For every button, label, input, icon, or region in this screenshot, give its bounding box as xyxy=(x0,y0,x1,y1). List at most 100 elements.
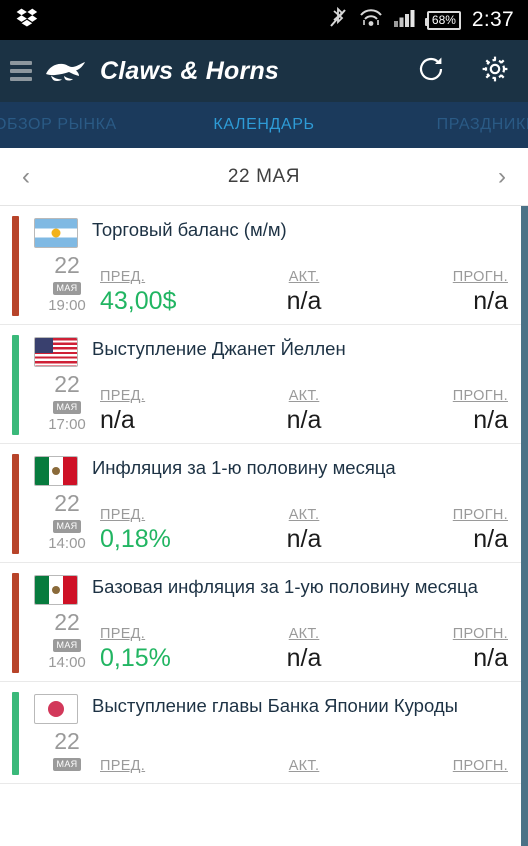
forecast-value: n/a xyxy=(473,287,508,315)
actual-value: n/a xyxy=(286,287,322,315)
event-row[interactable]: Инфляция за 1-ю половину месяца 22 МАЯ 14:0… xyxy=(0,444,528,563)
flag-detail xyxy=(51,228,61,238)
event-row[interactable]: Базовая инфляция за 1-ую половину месяца… xyxy=(0,563,528,682)
actual-column: АКТ. n/a xyxy=(236,388,372,435)
event-day: 22 xyxy=(54,371,80,397)
hamburger-menu-icon[interactable] xyxy=(10,61,32,81)
event-title: Торговый баланс (м/м) xyxy=(92,219,287,240)
hamburger-line xyxy=(10,69,32,73)
previous-label: ПРЕД. xyxy=(100,269,146,285)
forecast-label: ПРОГН. xyxy=(452,758,508,774)
flag-detail xyxy=(35,338,53,354)
date-navigation: ‹ 22 МАЯ › xyxy=(0,148,528,206)
actual-column: АКТ. n/a xyxy=(236,626,372,673)
event-title: Выступление Джанет Йеллен xyxy=(92,338,346,359)
tab-calendar[interactable]: КАЛЕНДАРЬ xyxy=(213,116,314,134)
forecast-label: ПРОГН. xyxy=(452,626,508,642)
previous-value: 0,18% xyxy=(100,525,171,553)
event-month: МАЯ xyxy=(52,401,82,414)
event-date-block: 22 МАЯ 14:00 xyxy=(34,609,100,673)
clock: 2:37 xyxy=(471,8,514,31)
previous-column: ПРЕД. xyxy=(100,758,236,775)
event-date-block: 22 МАЯ 19:00 xyxy=(34,252,100,316)
forecast-column: ПРОГН. n/a xyxy=(372,507,508,554)
previous-value: 0,15% xyxy=(100,644,171,672)
value-columns: ПРЕД. n/a АКТ. n/a ПРОГН. n/a xyxy=(100,388,508,435)
app-title: Claws & Horns xyxy=(100,56,280,85)
hamburger-line xyxy=(10,61,32,65)
event-time: 19:00 xyxy=(48,297,86,314)
usa-flag-icon xyxy=(34,337,78,367)
event-list[interactable]: Торговый баланс (м/м) 22 МАЯ 19:00 ПРЕД. 43,0… xyxy=(0,206,528,843)
mexico-flag-icon xyxy=(34,456,78,486)
event-date-block: 22 МАЯ xyxy=(34,728,100,775)
event-month: МАЯ xyxy=(52,758,82,771)
chevron-right-icon[interactable]: › xyxy=(498,164,506,189)
value-columns: ПРЕД. АКТ. ПРОГН. xyxy=(100,758,508,775)
forecast-column: ПРОГН. n/a xyxy=(372,626,508,673)
importance-indicator xyxy=(12,454,19,554)
bull-bear-logo-icon xyxy=(42,56,90,86)
mexico-flag-icon xyxy=(34,575,78,605)
event-header: Выступление Джанет Йеллен xyxy=(12,335,508,367)
event-values: 22 МАЯ 14:00 ПРЕД. 0,18% АКТ. n/a ПРОГН. n/a xyxy=(12,490,508,554)
tab-holidays[interactable]: ПРАЗДНИКИ xyxy=(437,116,528,134)
flag-detail xyxy=(52,467,60,475)
status-bar-left xyxy=(16,8,38,33)
actual-label: АКТ. xyxy=(288,626,320,642)
actual-column: АКТ. n/a xyxy=(236,507,372,554)
importance-indicator xyxy=(12,216,19,316)
forecast-label: ПРОГН. xyxy=(452,507,508,523)
refresh-icon[interactable] xyxy=(414,52,448,91)
japan-flag-icon xyxy=(34,694,78,724)
value-columns: ПРЕД. 43,00$ АКТ. n/a ПРОГН. n/a xyxy=(100,269,508,316)
event-header: Базовая инфляция за 1-ую половину месяца xyxy=(12,573,508,605)
forecast-value: n/a xyxy=(473,644,508,672)
event-values: 22 МАЯ 14:00 ПРЕД. 0,15% АКТ. n/a ПРОГН. n/a xyxy=(12,609,508,673)
importance-indicator xyxy=(12,692,19,775)
event-month: МАЯ xyxy=(52,520,82,533)
app-bar-actions xyxy=(414,52,512,91)
bluetooth-off-icon xyxy=(328,6,348,35)
event-values: 22 МАЯ ПРЕД. АКТ. ПРОГН. xyxy=(12,728,508,775)
previous-label: ПРЕД. xyxy=(100,388,146,404)
chevron-left-icon[interactable]: ‹ xyxy=(22,164,30,189)
event-title: Инфляция за 1-ю половину месяца xyxy=(92,457,396,478)
previous-value: 43,00$ xyxy=(100,287,177,315)
event-row[interactable]: Торговый баланс (м/м) 22 МАЯ 19:00 ПРЕД. 43,0… xyxy=(0,206,528,325)
forecast-value: n/a xyxy=(473,406,508,434)
forecast-label: ПРОГН. xyxy=(452,269,508,285)
event-header: Торговый баланс (м/м) xyxy=(12,216,508,248)
flag-detail xyxy=(48,701,64,717)
actual-value: n/a xyxy=(286,525,322,553)
actual-value: n/a xyxy=(286,406,322,434)
event-day: 22 xyxy=(54,252,80,278)
app-bar: Claws & Horns xyxy=(0,40,528,102)
event-row[interactable]: Выступление Джанет Йеллен 22 МАЯ 17:00 ПРЕД.… xyxy=(0,325,528,444)
forecast-value: n/a xyxy=(473,525,508,553)
event-row[interactable]: Выступление главы Банка Японии Куроды 22 М… xyxy=(0,682,528,784)
actual-label: АКТ. xyxy=(288,758,320,774)
actual-column: АКТ. xyxy=(236,758,372,775)
hamburger-line xyxy=(10,77,32,81)
forecast-label: ПРОГН. xyxy=(452,388,508,404)
argentina-flag-icon xyxy=(34,218,78,248)
scrollbar[interactable] xyxy=(521,206,528,846)
previous-label: ПРЕД. xyxy=(100,758,146,774)
previous-column: ПРЕД. n/a xyxy=(100,388,236,435)
previous-column: ПРЕД. 0,18% xyxy=(100,507,236,554)
dropbox-icon xyxy=(16,8,38,33)
event-time: 17:00 xyxy=(48,416,86,433)
event-day: 22 xyxy=(54,609,80,635)
value-columns: ПРЕД. 0,18% АКТ. n/a ПРОГН. n/a xyxy=(100,507,508,554)
actual-label: АКТ. xyxy=(288,507,320,523)
flag-detail xyxy=(52,586,60,594)
tab-market-overview[interactable]: ОБЗОР РЫНКА xyxy=(0,116,117,134)
previous-label: ПРЕД. xyxy=(100,626,146,642)
forecast-column: ПРОГН. xyxy=(372,758,508,775)
event-day: 22 xyxy=(54,728,80,754)
event-header: Инфляция за 1-ю половину месяца xyxy=(12,454,508,486)
actual-label: АКТ. xyxy=(288,388,320,404)
event-day: 22 xyxy=(54,490,80,516)
gear-icon[interactable] xyxy=(478,52,512,91)
